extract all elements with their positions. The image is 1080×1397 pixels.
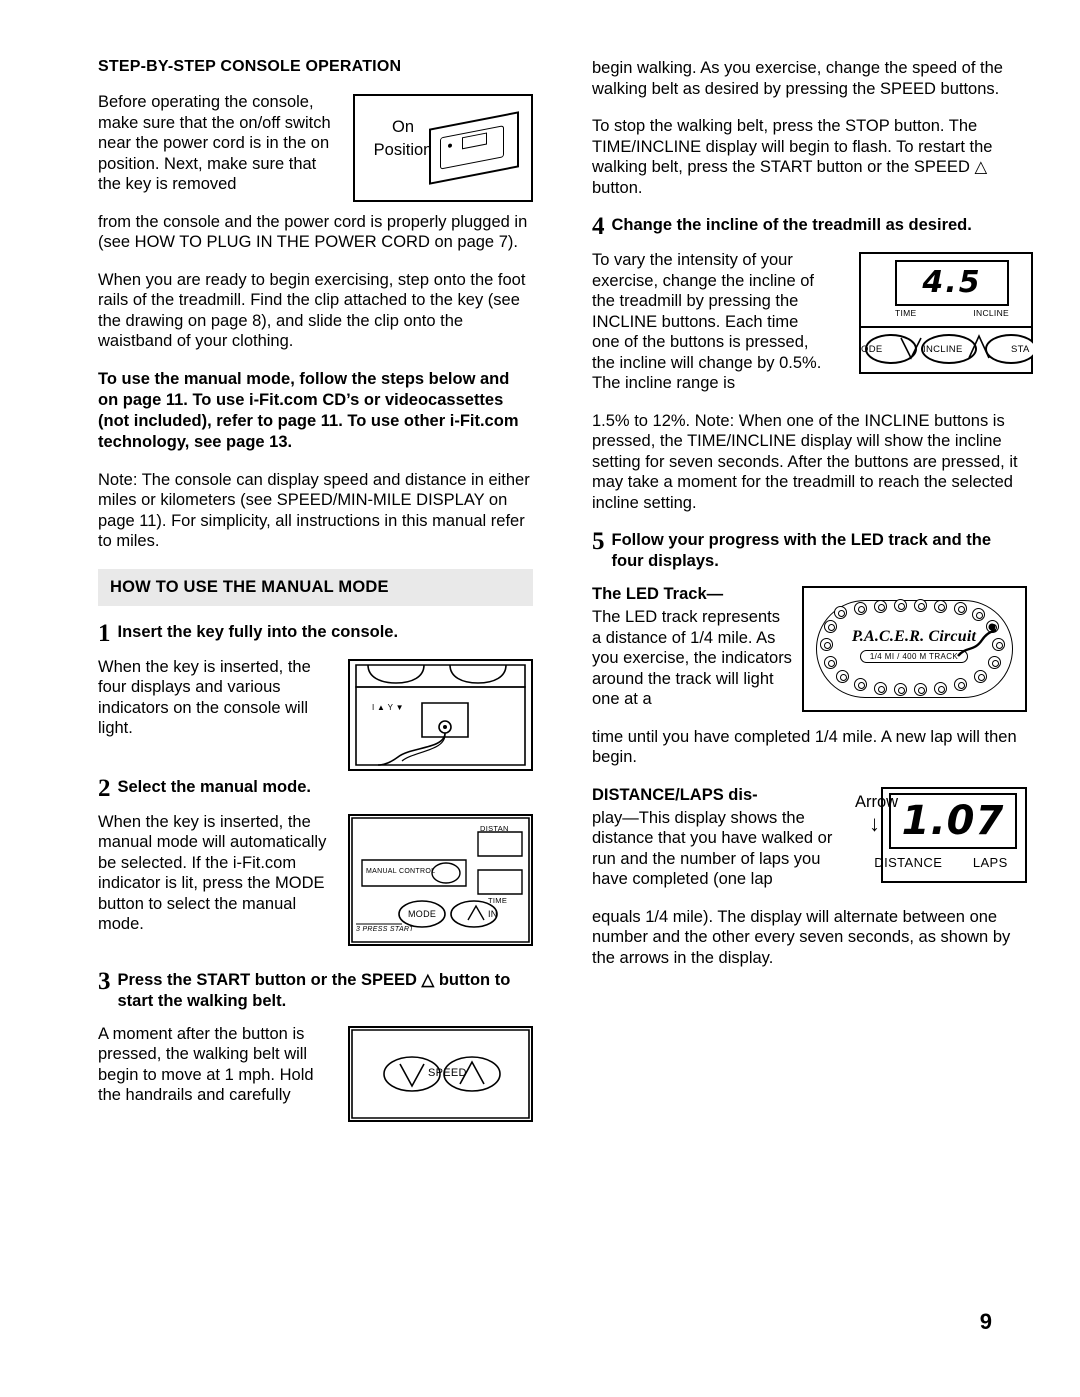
led-indicator — [954, 678, 967, 691]
mode-button-text: ODE — [861, 344, 883, 355]
document-page: STEP-BY-STEP CONSOLE OPERATION On Positi… — [0, 0, 1080, 1397]
led-indicator — [854, 678, 867, 691]
led-indicator — [934, 600, 947, 613]
laps-label: LAPS — [972, 854, 1008, 870]
led-indicator — [836, 670, 849, 683]
step-5-number: 5 — [592, 528, 605, 555]
paragraph-manual-mode-bold: To use the manual mode, follow the steps… — [98, 369, 519, 451]
led-indicator — [874, 600, 887, 613]
led-indicator — [820, 638, 833, 651]
step-3-header: 3 Press the START button or the SPEED △ … — [98, 967, 533, 1012]
step-1-block: I ▲ Y ▼ When the key is inserted, the fo… — [98, 657, 533, 777]
led-indicator — [914, 683, 927, 696]
section-band-manual-mode: HOW TO USE THE MANUAL MODE — [98, 568, 533, 606]
step-3-number: 3 — [98, 967, 111, 995]
led-indicator — [894, 599, 907, 612]
start-button-text: STA — [1011, 344, 1030, 355]
step-1-header: 1 Insert the key fully into the console. — [98, 619, 533, 647]
key-console-drawing — [355, 663, 526, 766]
intro-block: On Position Before operating the console… — [98, 92, 533, 212]
manual-console-drawing — [351, 816, 530, 943]
arrow-callout-text: Arrow — [855, 792, 899, 811]
step-4-body-rest: 1.5% to 12%. Note: When one of the INCLI… — [592, 411, 1018, 512]
paragraph-note-units: Note: The console can display speed and … — [98, 470, 530, 551]
figure-key-console: I ▲ Y ▼ — [348, 658, 533, 771]
step-2-header: 2 Select the manual mode. — [98, 774, 533, 802]
step-5-header: 5 Follow your progress with the LED trac… — [592, 528, 1027, 572]
step-4-number: 4 — [592, 213, 605, 240]
figure-incline-console: 4.5 TIME INCLINE ODE INCLINE STA — [835, 252, 1033, 380]
distance-laps-display: 1.07 — [889, 792, 1017, 849]
led-indicator — [954, 602, 967, 615]
paragraph-begin-exercising: When you are ready to begin exercising, … — [98, 270, 526, 351]
led-indicator — [834, 606, 847, 619]
figure-led-track: P.A.C.E.R. Circuit 1/4 MI / 400 M TRACK — [802, 586, 1027, 714]
step-2-number: 2 — [98, 774, 111, 802]
step-4-title: Change the incline of the treadmill as d… — [611, 216, 972, 234]
step-5-led-block: P.A.C.E.R. Circuit 1/4 MI / 400 M TRACK … — [592, 584, 1027, 727]
led-indicator — [972, 608, 985, 621]
distance-laps-value: 1.07 — [901, 797, 1005, 844]
incline-display-incline-label: INCLINE — [973, 308, 1009, 318]
paragraph-cord-plugged: from the console and the power cord is p… — [98, 212, 528, 252]
figure-distance-laps: 1.07 DISTANCE LAPS Arrow ↓ — [855, 786, 1027, 887]
step-3-title: Press the START button or the SPEED △ bu… — [117, 970, 511, 1010]
runner-icon — [957, 623, 997, 657]
press-start-label: 3 PRESS START — [356, 925, 414, 933]
figure-on-position-switch: On Position — [353, 94, 533, 202]
section-heading-console-operation: STEP-BY-STEP CONSOLE OPERATION — [98, 58, 402, 75]
right-column: begin walking. As you exercise, change t… — [592, 58, 1033, 985]
step-4-block: 4.5 TIME INCLINE ODE INCLINE STA To vary — [592, 250, 1033, 411]
distance-label: DISTANCE — [874, 854, 943, 870]
page-number: 9 — [979, 1309, 992, 1334]
step-5-title: Follow your progress with the LED track … — [611, 531, 992, 570]
incline-button-text: INCLINE — [923, 344, 963, 355]
incline-display: 4.5 — [895, 260, 1009, 306]
step-4-header: 4 Change the incline of the treadmill as… — [592, 213, 1027, 240]
led-indicator — [824, 656, 837, 669]
manual-control-label: MANUAL CONTROL — [366, 867, 436, 875]
switch-body-shape — [429, 111, 519, 185]
figure-speed-buttons: SPEED — [348, 1025, 533, 1122]
incline-display-value: 4.5 — [922, 265, 982, 300]
mode-button-label: MODE — [408, 908, 437, 919]
led-indicator — [914, 599, 927, 612]
distance-laps-labels: DISTANCE LAPS — [859, 855, 1023, 870]
step-2-block: MANUAL CONTROL DISTAN TIME MODE IN 3 PRE… — [98, 812, 533, 952]
incline-button-label: IN — [488, 908, 498, 919]
distance-label: DISTAN — [480, 823, 509, 833]
step-5-distance-block: 1.07 DISTANCE LAPS Arrow ↓ DISTANCE/LAPS… — [592, 785, 1027, 907]
figure-manual-console: MANUAL CONTROL DISTAN TIME MODE IN 3 PRE… — [348, 813, 533, 946]
led-indicator — [894, 683, 907, 696]
incline-display-time-label: TIME — [895, 308, 917, 318]
arrow-down-icon: ↓ — [869, 810, 880, 836]
step-3-block: SPEED A moment after the button is press… — [98, 1024, 533, 1128]
step-2-title: Select the manual mode. — [117, 777, 311, 796]
left-column: STEP-BY-STEP CONSOLE OPERATION On Positi… — [98, 58, 533, 1128]
incline-display-labels: TIME INCLINE — [895, 308, 1009, 318]
paragraph-begin-walking: begin walking. As you exercise, change t… — [592, 59, 1003, 98]
time-label: TIME — [488, 895, 508, 905]
key-console-marks: I ▲ Y ▼ — [372, 702, 404, 712]
distance-laps-body-rest: equals 1/4 mile). The display will alter… — [592, 907, 1011, 967]
step-1-title: Insert the key fully into the console. — [117, 622, 399, 641]
led-indicator — [824, 620, 837, 633]
paragraph-stop-belt: To stop the walking belt, press the STOP… — [592, 117, 993, 197]
speed-label: SPEED — [428, 1066, 467, 1079]
led-indicator — [934, 682, 947, 695]
led-indicator — [974, 670, 987, 683]
step-1-number: 1 — [98, 619, 111, 647]
led-indicator — [874, 682, 887, 695]
led-indicator — [854, 602, 867, 615]
led-track-body-rest: time until you have completed 1/4 mile. … — [592, 727, 1017, 767]
